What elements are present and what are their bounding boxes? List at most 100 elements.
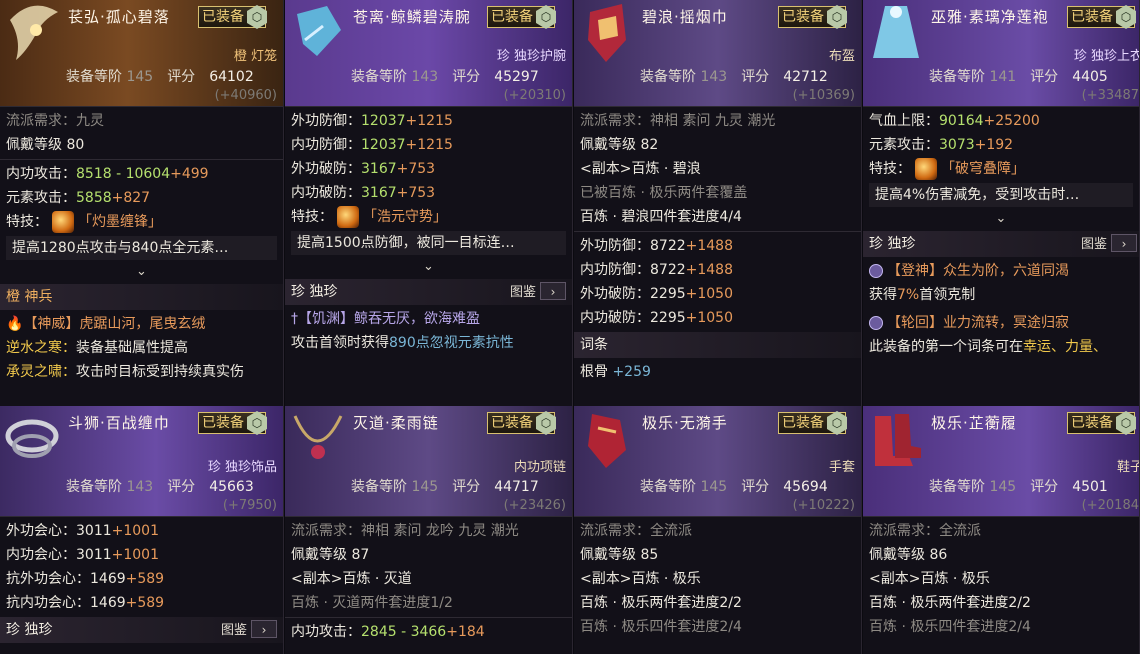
item-card-5[interactable]: 灭道·柔雨链 已装备 ⬡ 内功项链 装备等阶 145 评分 44717 (+23426…: [285, 406, 573, 654]
skill-description: 提高1280点攻击与840点全元素…: [6, 236, 277, 260]
extra-line: 逆水之寒：装备基础属性提高: [6, 340, 188, 356]
stat-row: 内功破防：2295+1050: [580, 310, 733, 326]
item-card-0[interactable]: 苌弘·孤心碧落 已装备 ⬡ 橙 灯笼 装备等阶 145 评分 64102 (+4096…: [0, 0, 284, 407]
bracer-icon: [297, 6, 341, 56]
tujian-button[interactable]: 图鉴 ›: [1081, 234, 1137, 254]
set-progress: 百炼 · 极乐两件套进度2/2: [869, 595, 1031, 611]
gear-score-row: 装备等阶 143 评分 45663: [66, 479, 254, 495]
stats-block: 外功防御：12037+1215 内功防御：12037+1215 外功破防：316…: [285, 107, 572, 279]
gem-icon: [869, 264, 883, 278]
gear-score-row: 装备等阶 145 评分 44717: [351, 479, 539, 495]
section-body: 【登神】众生为阶，六道同渴 获得7%首领克制 【轮回】业力流转，冥途归寂 此装备…: [863, 257, 1139, 361]
dagger-icon: †: [291, 311, 298, 327]
stats-block: 外功会心：3011+1001 内功会心：3011+1001 抗外功会心：1469…: [0, 517, 283, 617]
stat-row: 内功防御：12037+1215: [291, 137, 453, 153]
equipped-badge: 已装备 ⬡: [1067, 5, 1136, 29]
stats-block: 气血上限：90164+25200 元素攻击：3073+192 特技： 「破穹叠障」…: [863, 107, 1139, 231]
item-title: 极乐·无漪手: [642, 414, 728, 432]
score-diff: (+10222): [792, 498, 855, 513]
item-slot: 珍 独珍护腕: [496, 49, 566, 64]
wear-level: 佩戴等级 82: [580, 137, 659, 153]
extra-line: 获得7%首领克制: [869, 287, 976, 303]
item-title: 灭道·柔雨链: [353, 414, 439, 432]
stat-row: 外功会心：3011+1001: [6, 523, 159, 539]
section-header: 词条: [574, 332, 861, 358]
skill-description: 提高4%伤害减免，受到攻击时…: [869, 183, 1133, 207]
item-title: 碧浪·摇烟巾: [642, 8, 728, 26]
item-title: 巫雅·素璃净莲袍: [931, 8, 1049, 26]
card-header: 灭道·柔雨链 已装备 ⬡ 内功项链 装备等阶 145 评分 44717 (+23426…: [285, 406, 572, 516]
lock-icon: ⬡: [247, 411, 267, 435]
equipped-badge: 已装备 ⬡: [778, 411, 847, 435]
stat-row: 内功防御：8722+1488: [580, 262, 733, 278]
score-diff: (+33487: [1081, 88, 1139, 103]
gear-score-row: 装备等阶 141 评分 4405: [929, 69, 1108, 85]
item-slot: 橙 灯笼: [233, 49, 277, 64]
set-source: <副本>百炼 · 极乐: [580, 571, 701, 587]
set-note: 已被百炼 · 极乐两件套覆盖: [580, 185, 748, 201]
score-diff: (+40960): [214, 88, 277, 103]
item-card-7[interactable]: 极乐·芷蘅履 已装备⬡ 鞋子 装备等阶 145评分4501 (+20184 流派…: [863, 406, 1140, 654]
equipped-badge: 已装备 ⬡: [778, 5, 847, 29]
stat-row: 抗外功会心：1469+589: [6, 571, 165, 587]
school-requirement: 流派需求：神相 素问 龙吟 九灵 潮光: [291, 523, 519, 539]
card-header: 苍离·鲸鳞碧涛腕 已装备 ⬡ 珍 独珍护腕 装备等阶 143 评分 45297 (+2…: [285, 0, 572, 106]
card-body: 流派需求：全流派 佩戴等级 86 <副本>百炼 · 极乐 百炼 · 极乐两件套进…: [863, 517, 1139, 641]
stat-row: 内功攻击：8518 - 10604+499: [6, 166, 209, 182]
expand-chevron-icon[interactable]: ⌄: [6, 262, 277, 282]
section-body: 根骨 +259: [574, 358, 861, 386]
tujian-button[interactable]: 图鉴 ›: [221, 620, 277, 640]
set-progress: 百炼 · 碧浪四件套进度4/4: [580, 209, 742, 225]
equipped-badge: 已装备 ⬡: [487, 411, 556, 435]
equipped-badge: 已装备 ⬡: [198, 411, 267, 435]
extra-line: †【饥渊】鲸吞无厌，欲海难盈: [291, 311, 480, 327]
fire-icon: 🔥: [6, 316, 24, 332]
swirl-skill-icon: [915, 158, 937, 180]
item-card-2[interactable]: 碧浪·摇烟巾 已装备 ⬡ 布盔 装备等阶 143 评分 42712 (+10369) …: [574, 0, 862, 407]
stat-row: 外功破防：3167+753: [291, 161, 436, 177]
lantern-icon: [10, 5, 58, 61]
lock-icon: ⬡: [1116, 5, 1136, 29]
expand-chevron-icon[interactable]: ⌄: [291, 257, 566, 277]
lock-icon: ⬡: [827, 5, 847, 29]
item-slot: 布盔: [828, 49, 855, 64]
glove-icon: [588, 414, 626, 468]
gear-score-row: 装备等阶 145 评分 4501: [929, 479, 1108, 495]
extra-line: 承灵之啸：攻击时目标受到持续真实伤: [6, 364, 244, 380]
score-diff: (+20310): [503, 88, 566, 103]
card-body: 流派需求：九灵 佩戴等级 80: [0, 107, 283, 159]
card-body: 流派需求：全流派 佩戴等级 85 <副本>百炼 · 极乐 百炼 · 极乐两件套进…: [574, 517, 861, 641]
card-header: 巫雅·素璃净莲袍 已装备 ⬡ 珍 独珍上衣 装备等阶 141 评分 4405 (+33…: [863, 0, 1139, 106]
wear-level: 佩戴等级 87: [291, 547, 370, 563]
school-requirement: 流派需求：全流派: [869, 523, 981, 539]
arrow-right-icon: ›: [540, 282, 566, 300]
gear-score-row: 装备等阶 145 评分 64102: [66, 69, 254, 85]
item-slot: 珍 独珍饰品: [207, 460, 277, 475]
card-header: 极乐·芷蘅履 已装备⬡ 鞋子 装备等阶 145评分4501 (+20184: [863, 406, 1139, 516]
expand-chevron-icon[interactable]: ⌄: [869, 209, 1133, 229]
card-header: 斗狮·百战缠巾 已装备 ⬡ 珍 独珍饰品 装备等阶 143 评分 45663 (+79…: [0, 406, 283, 516]
section-body: 🔥【神威】虎踞山河，尾曳玄绒 逆水之寒：装备基础属性提高 承灵之啸：攻击时目标受…: [0, 310, 283, 386]
extra-line: 攻击首领时获得890点忽视元素抗性: [291, 335, 514, 351]
item-card-3[interactable]: 巫雅·素璃净莲袍 已装备 ⬡ 珍 独珍上衣 装备等阶 141 评分 4405 (+33…: [863, 0, 1140, 407]
school-requirement: 流派需求：神相 素问 九灵 潮光: [580, 113, 776, 129]
lock-icon: ⬡: [827, 411, 847, 435]
set-progress: 百炼 · 极乐四件套进度2/4: [869, 619, 1031, 635]
extra-line: 【登神】众生为阶，六道同渴: [869, 259, 1133, 283]
item-card-1[interactable]: 苍离·鲸鳞碧涛腕 已装备 ⬡ 珍 独珍护腕 装备等阶 143 评分 45297 (+2…: [285, 0, 573, 407]
set-source: <副本>百炼 · 极乐: [869, 571, 990, 587]
tujian-button[interactable]: 图鉴 ›: [510, 282, 566, 302]
boots-icon: [875, 414, 921, 466]
section-header: 珍 独珍 图鉴 ›: [0, 617, 283, 643]
card-body: 流派需求：神相 素问 龙吟 九灵 潮光 佩戴等级 87 <副本>百炼 · 灭道 …: [285, 517, 572, 617]
item-card-6[interactable]: 极乐·无漪手 已装备 ⬡ 手套 装备等阶 145 评分 45694 (+10222) …: [574, 406, 862, 654]
item-card-4[interactable]: 斗狮·百战缠巾 已装备 ⬡ 珍 独珍饰品 装备等阶 143 评分 45663 (+79…: [0, 406, 284, 654]
helmet-icon: [588, 4, 626, 62]
score-diff: (+23426): [503, 498, 566, 513]
gem-icon: [869, 316, 883, 330]
section-header: 珍 独珍 图鉴 ›: [863, 231, 1139, 257]
set-source: <副本>百炼 · 灭道: [291, 571, 412, 587]
score-diff: (+10369): [792, 88, 855, 103]
set-progress: 百炼 · 极乐四件套进度2/4: [580, 619, 742, 635]
stat-row: 外功破防：2295+1050: [580, 286, 733, 302]
